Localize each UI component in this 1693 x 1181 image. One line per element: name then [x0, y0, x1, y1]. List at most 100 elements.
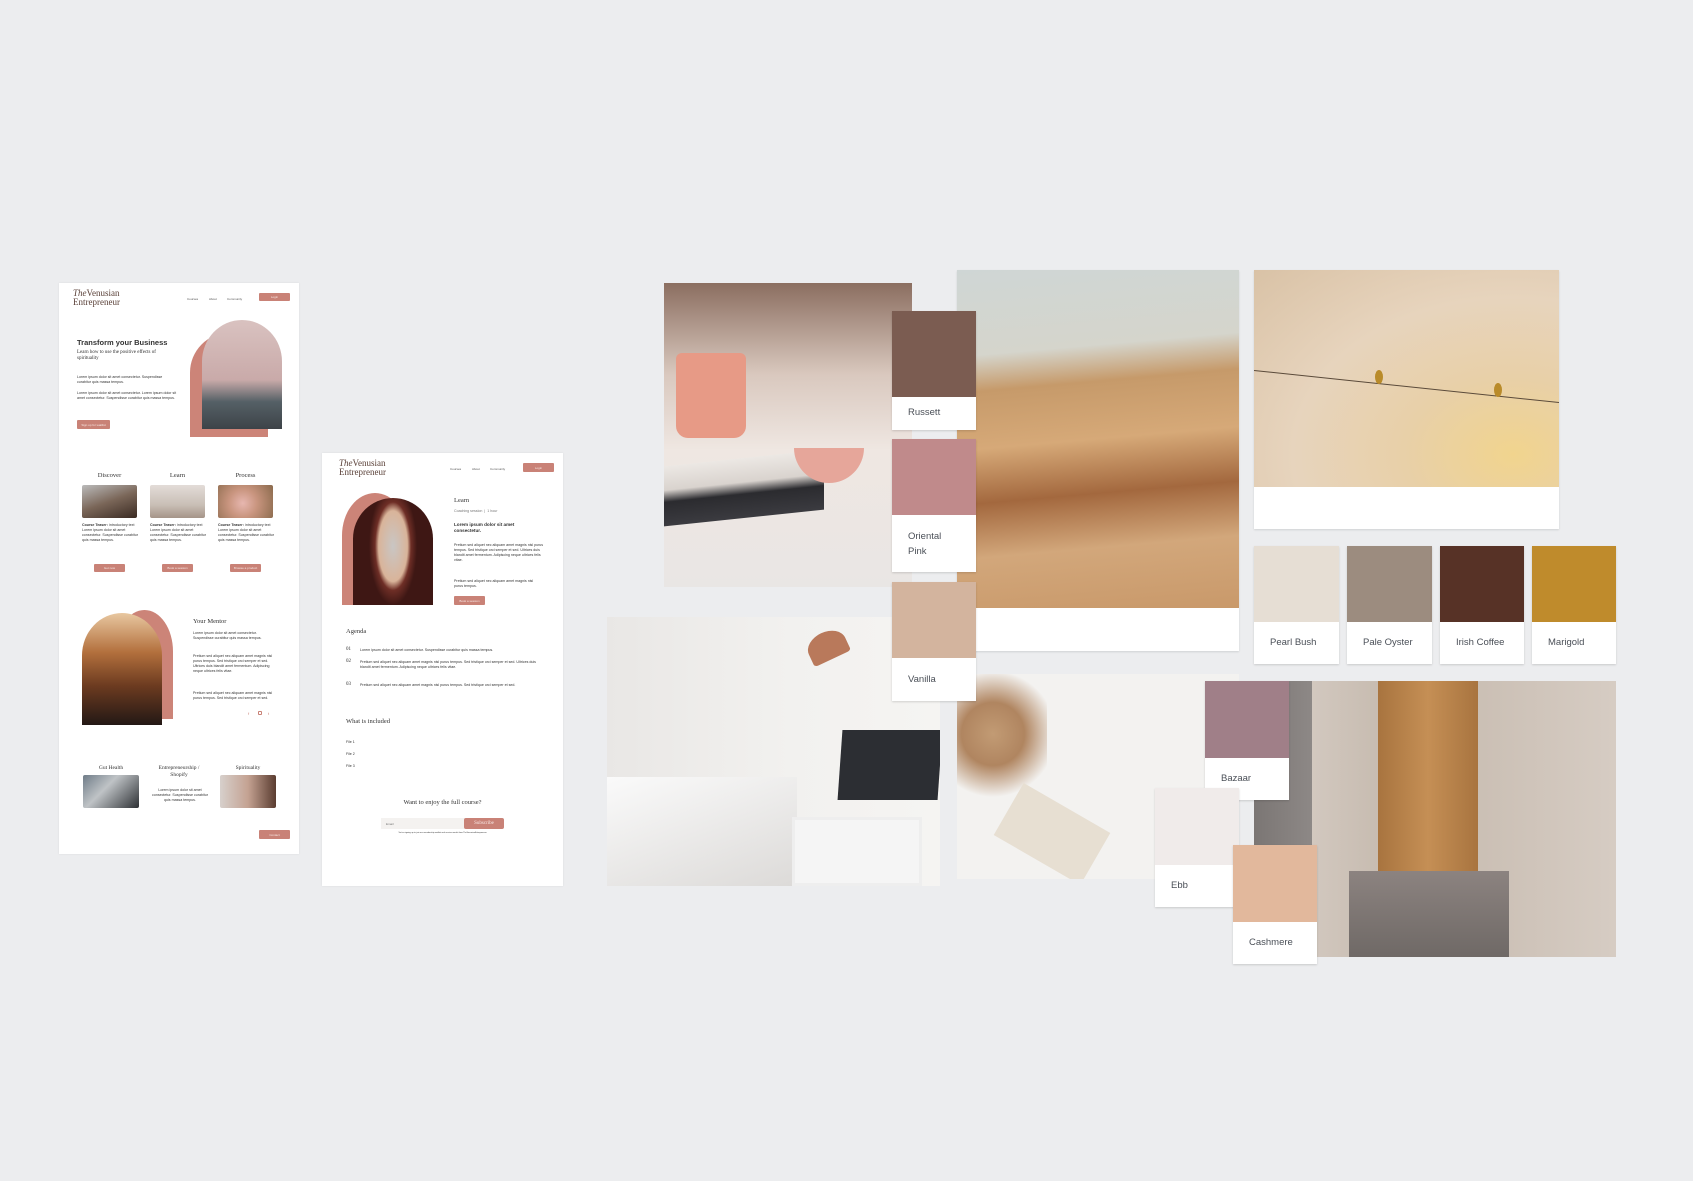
nav-courses[interactable]: Courses [187, 297, 198, 301]
course-paragraph: Pretium sed aliquet nec aliquam amet mag… [454, 579, 534, 588]
swatch-label: Marigold [1548, 637, 1585, 648]
topic-title: Gut Health [98, 765, 124, 771]
swatch-label: Vanilla [908, 674, 936, 685]
agenda-text: Pretium sed aliquet nec aliquam amet mag… [360, 660, 536, 669]
process-image [218, 485, 273, 518]
desert-photo [957, 270, 1239, 608]
swatch-label: Oriental Pink [908, 531, 942, 557]
swatch-vanilla[interactable]: Vanilla [892, 582, 976, 701]
steps-shape [1349, 871, 1509, 957]
login-button[interactable]: Login [259, 293, 290, 301]
swatch-color [1233, 845, 1317, 922]
course-paragraph: Pretium sed aliquet nec aliquam amet mag… [454, 543, 544, 562]
swatch-color [1347, 546, 1432, 622]
included-title: What is included [346, 718, 391, 725]
mentor-title: Your Mentor [193, 618, 227, 625]
file-item[interactable]: File 3 [346, 764, 355, 769]
login-button[interactable]: Login [523, 463, 554, 472]
learn-image [150, 485, 205, 518]
swatch-label: Pale Oyster [1363, 637, 1413, 648]
mentor-paragraph: Lorem ipsum dolor sit amet consectetur. … [193, 631, 262, 640]
mug-books-photo [664, 283, 912, 587]
wire-line [1254, 370, 1559, 405]
hero-paragraph: Lorem ipsum dolor sit amet consectetur. … [77, 375, 163, 384]
swatch-color [1254, 546, 1339, 622]
file-item[interactable]: File 1 [346, 740, 355, 745]
topic-title: Spirituality [235, 765, 261, 771]
swatch-label: Irish Coffee [1456, 637, 1505, 648]
swatch-pale-oyster[interactable]: Pale Oyster [1347, 546, 1432, 664]
nav-about[interactable]: About [472, 467, 480, 471]
nav-community[interactable]: Community [490, 467, 505, 471]
birds-photo [1254, 270, 1559, 487]
swatch-label: Bazaar [1221, 773, 1252, 784]
topic-title: Entrepreneurship / Shopify [158, 765, 200, 778]
swatch-label: Ebb [1171, 880, 1188, 891]
agenda-title: Agenda [346, 628, 367, 635]
mentor-image [82, 613, 162, 725]
nightstand-shape [792, 817, 922, 886]
lamp-shape [802, 624, 852, 668]
facebook-icon[interactable]: f [248, 711, 249, 716]
section-text: Course Teaser: introductory text Lorem ip… [82, 523, 138, 542]
course-title: Learn [454, 497, 470, 504]
hero-paragraph: Lorem ipsum dolor sit amet consectetur. … [77, 391, 177, 400]
agenda-number: 03 [346, 682, 351, 687]
bird-shape [1494, 383, 1502, 397]
agenda-text: Pretium sed aliquet nec aliquam amet mag… [360, 683, 516, 687]
agenda-number: 02 [346, 659, 351, 664]
gut-health-image [83, 775, 139, 808]
nav-courses[interactable]: Courses [450, 467, 461, 471]
homepage-mockup: TheVenusian Entrepreneur Courses About Co… [59, 283, 299, 854]
bird-shape [1375, 370, 1383, 384]
get-now-button[interactable]: Get now [94, 564, 125, 572]
swatch-color [1205, 681, 1289, 758]
bed-shape [607, 777, 797, 886]
section-title: Process [235, 472, 256, 479]
birds-photo-card [1254, 270, 1559, 529]
section-title: Discover [97, 472, 122, 479]
agenda-number: 01 [346, 647, 351, 652]
book-session-button[interactable]: Book a session [162, 564, 193, 572]
swatch-cashmere[interactable]: Cashmere [1233, 845, 1317, 964]
hero-subtitle: Learn how to use the positive effects of… [77, 350, 156, 361]
swatch-pearl-bush[interactable]: Pearl Bush [1254, 546, 1339, 664]
swatch-color [892, 311, 976, 397]
swatch-label: Cashmere [1249, 937, 1293, 948]
swatch-color [1155, 788, 1239, 865]
swatch-bazaar[interactable]: Bazaar [1205, 681, 1289, 800]
logo[interactable]: TheVenusian Entrepreneur [339, 459, 386, 477]
instagram-icon[interactable] [258, 711, 262, 715]
swatch-marigold[interactable]: Marigold [1532, 546, 1616, 664]
book-session-button[interactable]: Book a session [454, 596, 485, 605]
email-input[interactable] [381, 818, 465, 829]
hero-title: Transform your Business [77, 338, 168, 347]
swatch-oriental-pink[interactable]: Oriental Pink [892, 439, 976, 572]
topic-text: Lorem ipsum dolor sit amet consectetur. … [152, 788, 208, 802]
browse-product-button[interactable]: Browse a product [230, 564, 261, 572]
spirituality-image [220, 775, 276, 808]
discover-image [82, 485, 137, 518]
twitter-icon[interactable]: t [268, 711, 269, 716]
nav-about[interactable]: About [209, 297, 217, 301]
cave-image [353, 498, 433, 605]
swatch-russett[interactable]: Russett [892, 311, 976, 430]
swatch-label: Russett [908, 407, 941, 418]
waitlist-button[interactable]: Sign up for waitlist [77, 420, 110, 429]
swatch-ebb[interactable]: Ebb [1155, 788, 1239, 907]
laptop-shape [837, 730, 940, 800]
swatch-color [1440, 546, 1524, 622]
course-lead: Lorem ipsum dolor sit amet consectetur. [454, 522, 515, 533]
course-page-mockup: TheVenusian Entrepreneur Courses About Co… [322, 453, 563, 886]
file-item[interactable]: File 2 [346, 752, 355, 757]
subscribe-button[interactable]: Subscribe [464, 818, 504, 829]
contact-button[interactable]: Contact [259, 830, 290, 839]
swatch-irish-coffee[interactable]: Irish Coffee [1440, 546, 1524, 664]
logo[interactable]: TheVenusian Entrepreneur [73, 289, 120, 307]
nav-community[interactable]: Community [227, 297, 242, 301]
section-title: Learn [169, 472, 186, 479]
swatch-label: Pearl Bush [1270, 637, 1317, 648]
section-text: Course Teaser: introductory text Lorem ip… [218, 523, 274, 542]
course-meta: Coaching session | 1 hour [454, 509, 498, 513]
disclaimer: You're signing up to join our membership… [398, 832, 487, 834]
